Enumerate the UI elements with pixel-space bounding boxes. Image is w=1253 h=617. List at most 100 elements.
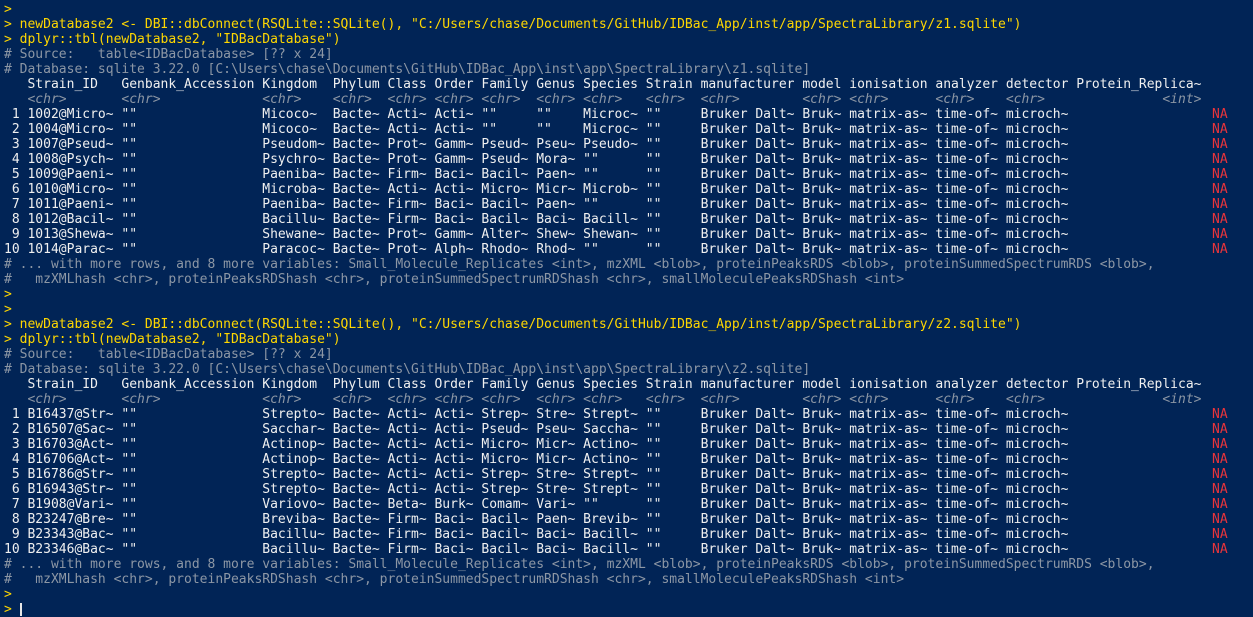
line-text: > bbox=[4, 2, 12, 17]
line-text: 10 B23346@Bac~ "" Bacillu~ Bacte~ Firm~ … bbox=[4, 542, 1069, 557]
line-text: <chr> <chr> <chr> <chr> <chr> <chr> <chr… bbox=[4, 392, 1202, 407]
line-text: # Source: table<IDBacDatabase> [?? x 24] bbox=[4, 347, 333, 362]
na-value: NA bbox=[1212, 212, 1228, 227]
na-value: NA bbox=[1212, 527, 1228, 542]
line-text: 6 1010@Micro~ "" Microba~ Bacte~ Acti~ A… bbox=[4, 182, 1069, 197]
table-row: 1 1002@Micro~ "" Micoco~ Bacte~ Acti~ Ac… bbox=[4, 107, 1253, 122]
table-row: 3 B16703@Act~ "" Actinop~ Bacte~ Acti~ A… bbox=[4, 437, 1253, 452]
type-row: <chr> <chr> <chr> <chr> <chr> <chr> <chr… bbox=[4, 92, 1253, 107]
line-text: 7 B1908@Vari~ "" Variovo~ Bacte~ Beta~ B… bbox=[4, 497, 1069, 512]
table-row: 4 1008@Psych~ "" Psychro~ Bacte~ Prot~ G… bbox=[4, 152, 1253, 167]
line-text: Strain_ID Genbank_Accession Kingdom Phyl… bbox=[4, 77, 1202, 92]
line-text: 4 1008@Psych~ "" Psychro~ Bacte~ Prot~ G… bbox=[4, 152, 1069, 167]
na-value: NA bbox=[1212, 167, 1228, 182]
line-text: Strain_ID Genbank_Accession Kingdom Phyl… bbox=[4, 377, 1202, 392]
line-text: # mzXMLhash <chr>, proteinPeaksRDShash <… bbox=[4, 272, 905, 287]
prompt-line: > bbox=[4, 302, 1253, 317]
line-text: 9 1013@Shewa~ "" Shewane~ Bacte~ Prot~ G… bbox=[4, 227, 1069, 242]
comment-line: # mzXMLhash <chr>, proteinPeaksRDShash <… bbox=[4, 572, 1253, 587]
line-text: 5 B16786@Str~ "" Strepto~ Bacte~ Acti~ A… bbox=[4, 467, 1069, 482]
table-row: 8 B23247@Bre~ "" Breviba~ Bacte~ Firm~ B… bbox=[4, 512, 1253, 527]
prompt-line: > bbox=[4, 2, 1253, 17]
table-row: 3 1007@Pseud~ "" Pseudom~ Bacte~ Prot~ G… bbox=[4, 137, 1253, 152]
na-value: NA bbox=[1212, 182, 1228, 197]
line-text: > newDatabase2 <- DBI::dbConnect(RSQLite… bbox=[4, 17, 1022, 32]
line-text: # Source: table<IDBacDatabase> [?? x 24] bbox=[4, 47, 333, 62]
na-value: NA bbox=[1212, 512, 1228, 527]
table-row: 10 1014@Parac~ "" Paracoc~ Bacte~ Prot~ … bbox=[4, 242, 1253, 257]
type-row: <chr> <chr> <chr> <chr> <chr> <chr> <chr… bbox=[4, 392, 1253, 407]
table-row: 5 B16786@Str~ "" Strepto~ Bacte~ Acti~ A… bbox=[4, 467, 1253, 482]
table-header: Strain_ID Genbank_Accession Kingdom Phyl… bbox=[4, 377, 1253, 392]
table-row: 4 B16706@Act~ "" Actinop~ Bacte~ Acti~ A… bbox=[4, 452, 1253, 467]
line-text: > bbox=[4, 287, 12, 302]
line-text: # ... with more rows, and 8 more variabl… bbox=[4, 257, 1155, 272]
line-text: 6 B16943@Str~ "" Strepto~ Bacte~ Acti~ A… bbox=[4, 482, 1069, 497]
comment-line: # Database: sqlite 3.22.0 [C:\Users\chas… bbox=[4, 362, 1253, 377]
na-value: NA bbox=[1212, 482, 1228, 497]
na-value: NA bbox=[1212, 467, 1228, 482]
line-text: > newDatabase2 <- DBI::dbConnect(RSQLite… bbox=[4, 317, 1022, 332]
comment-line: # Source: table<IDBacDatabase> [?? x 24] bbox=[4, 47, 1253, 62]
line-text: > bbox=[4, 302, 12, 317]
na-value: NA bbox=[1212, 197, 1228, 212]
na-value: NA bbox=[1212, 137, 1228, 152]
table-row: 2 B16507@Sac~ "" Sacchar~ Bacte~ Acti~ A… bbox=[4, 422, 1253, 437]
na-value: NA bbox=[1212, 542, 1228, 557]
input-prompt[interactable]: > bbox=[4, 602, 1253, 617]
line-text: 7 1011@Paeni~ "" Paeniba~ Bacte~ Firm~ B… bbox=[4, 197, 1069, 212]
table-row: 7 B1908@Vari~ "" Variovo~ Bacte~ Beta~ B… bbox=[4, 497, 1253, 512]
line-text: # ... with more rows, and 8 more variabl… bbox=[4, 557, 1155, 572]
command-line: > newDatabase2 <- DBI::dbConnect(RSQLite… bbox=[4, 317, 1253, 332]
comment-line: # ... with more rows, and 8 more variabl… bbox=[4, 257, 1253, 272]
line-text: 3 B16703@Act~ "" Actinop~ Bacte~ Acti~ A… bbox=[4, 437, 1069, 452]
command-line: > dplyr::tbl(newDatabase2, "IDBacDatabas… bbox=[4, 332, 1253, 347]
line-text: # Database: sqlite 3.22.0 [C:\Users\chas… bbox=[4, 62, 811, 77]
na-value: NA bbox=[1212, 437, 1228, 452]
line-text: # mzXMLhash <chr>, proteinPeaksRDShash <… bbox=[4, 572, 905, 587]
comment-line: # mzXMLhash <chr>, proteinPeaksRDShash <… bbox=[4, 272, 1253, 287]
table-row: 6 1010@Micro~ "" Microba~ Bacte~ Acti~ A… bbox=[4, 182, 1253, 197]
table-row: 8 1012@Bacil~ "" Bacillu~ Bacte~ Firm~ B… bbox=[4, 212, 1253, 227]
table-row: 9 1013@Shewa~ "" Shewane~ Bacte~ Prot~ G… bbox=[4, 227, 1253, 242]
table-row: 9 B23343@Bac~ "" Bacillu~ Bacte~ Firm~ B… bbox=[4, 527, 1253, 542]
line-text: 3 1007@Pseud~ "" Pseudom~ Bacte~ Prot~ G… bbox=[4, 137, 1069, 152]
r-console-output[interactable]: > > newDatabase2 <- DBI::dbConnect(RSQLit… bbox=[0, 0, 1253, 617]
line-text: 2 1004@Micro~ "" Micoco~ Bacte~ Acti~ Ac… bbox=[4, 122, 1069, 137]
line-text: 1 B16437@Str~ "" Strepto~ Bacte~ Acti~ A… bbox=[4, 407, 1069, 422]
line-text: 8 1012@Bacil~ "" Bacillu~ Bacte~ Firm~ B… bbox=[4, 212, 1069, 227]
na-value: NA bbox=[1212, 122, 1228, 137]
table-row: 7 1011@Paeni~ "" Paeniba~ Bacte~ Firm~ B… bbox=[4, 197, 1253, 212]
table-row: 2 1004@Micro~ "" Micoco~ Bacte~ Acti~ Ac… bbox=[4, 122, 1253, 137]
comment-line: # Database: sqlite 3.22.0 [C:\Users\chas… bbox=[4, 62, 1253, 77]
na-value: NA bbox=[1212, 227, 1228, 242]
line-text: 4 B16706@Act~ "" Actinop~ Bacte~ Acti~ A… bbox=[4, 452, 1069, 467]
table-row: 10 B23346@Bac~ "" Bacillu~ Bacte~ Firm~ … bbox=[4, 542, 1253, 557]
table-header: Strain_ID Genbank_Accession Kingdom Phyl… bbox=[4, 77, 1253, 92]
line-text: # Database: sqlite 3.22.0 [C:\Users\chas… bbox=[4, 362, 811, 377]
na-value: NA bbox=[1212, 152, 1228, 167]
na-value: NA bbox=[1212, 452, 1228, 467]
table-row: 1 B16437@Str~ "" Strepto~ Bacte~ Acti~ A… bbox=[4, 407, 1253, 422]
na-value: NA bbox=[1212, 407, 1228, 422]
line-text: > bbox=[4, 587, 12, 602]
na-value: NA bbox=[1212, 497, 1228, 512]
line-text: > dplyr::tbl(newDatabase2, "IDBacDatabas… bbox=[4, 332, 341, 347]
line-text: 9 B23343@Bac~ "" Bacillu~ Bacte~ Firm~ B… bbox=[4, 527, 1069, 542]
line-text: 8 B23247@Bre~ "" Breviba~ Bacte~ Firm~ B… bbox=[4, 512, 1069, 527]
line-text: 1 1002@Micro~ "" Micoco~ Bacte~ Acti~ Ac… bbox=[4, 107, 1069, 122]
na-value: NA bbox=[1212, 242, 1228, 257]
line-text: > bbox=[4, 602, 12, 617]
line-text: 5 1009@Paeni~ "" Paeniba~ Bacte~ Firm~ B… bbox=[4, 167, 1069, 182]
na-value: NA bbox=[1212, 107, 1228, 122]
comment-line: # ... with more rows, and 8 more variabl… bbox=[4, 557, 1253, 572]
table-row: 6 B16943@Str~ "" Strepto~ Bacte~ Acti~ A… bbox=[4, 482, 1253, 497]
table-row: 5 1009@Paeni~ "" Paeniba~ Bacte~ Firm~ B… bbox=[4, 167, 1253, 182]
comment-line: # Source: table<IDBacDatabase> [?? x 24] bbox=[4, 347, 1253, 362]
command-line: > dplyr::tbl(newDatabase2, "IDBacDatabas… bbox=[4, 32, 1253, 47]
line-text: 2 B16507@Sac~ "" Sacchar~ Bacte~ Acti~ A… bbox=[4, 422, 1069, 437]
prompt-line: > bbox=[4, 587, 1253, 602]
prompt-line: > bbox=[4, 287, 1253, 302]
line-text: > dplyr::tbl(newDatabase2, "IDBacDatabas… bbox=[4, 32, 341, 47]
command-line: > newDatabase2 <- DBI::dbConnect(RSQLite… bbox=[4, 17, 1253, 32]
